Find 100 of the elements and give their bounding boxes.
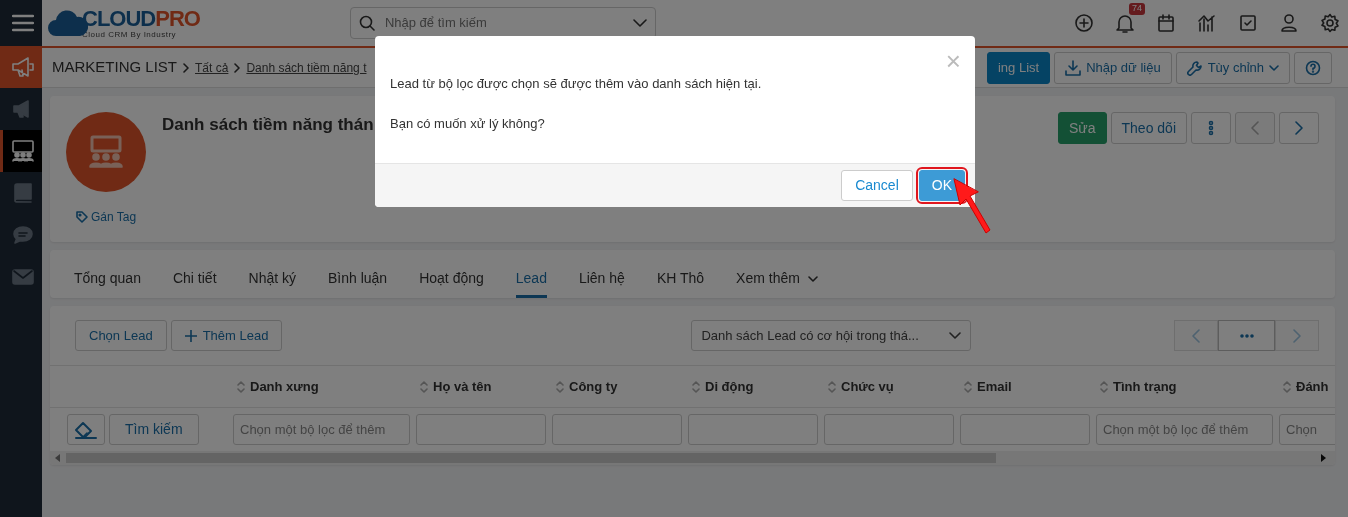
tab[interactable]: Bình luận (328, 268, 388, 298)
chevron-right-icon (183, 62, 190, 73)
follow-button[interactable]: Theo dõi (1110, 112, 1187, 144)
settings-button[interactable] (1320, 13, 1340, 33)
chevron-down-icon (1269, 64, 1279, 71)
list-button[interactable]: ing List (986, 51, 1051, 84)
column-header: Họ và tên (433, 377, 492, 396)
sort-icon (1100, 380, 1108, 393)
download-icon (1065, 59, 1082, 76)
tab[interactable]: Nhật ký (248, 268, 296, 298)
settings-icon (1320, 13, 1340, 33)
help-button[interactable] (1294, 51, 1332, 84)
sort-icon (237, 380, 245, 393)
menu-icon (11, 14, 34, 32)
tab[interactable]: Xem thêm (736, 268, 818, 298)
add-icon (1074, 13, 1094, 33)
chevron-left-icon (1251, 121, 1259, 135)
help-icon (1305, 59, 1321, 76)
cancel-button[interactable]: Cancel (841, 170, 913, 201)
breadcrumb-item[interactable]: Danh sách tiềm năng t (246, 58, 367, 77)
tag-icon (75, 211, 88, 223)
breadcrumb-item[interactable]: Tất cả (195, 58, 229, 77)
scroll-left-icon (55, 454, 61, 462)
column-header: Công ty (569, 377, 618, 396)
sort-icon (556, 380, 564, 393)
scroll-right-icon (1321, 454, 1327, 462)
sort-icon (420, 380, 428, 393)
chat-icon (11, 225, 34, 245)
tab[interactable]: Liên hệ (578, 268, 625, 298)
edit-button[interactable]: Sửa (1058, 112, 1107, 144)
sort-icon (1283, 380, 1291, 393)
filter-input[interactable] (552, 414, 682, 445)
user-icon (1279, 13, 1299, 33)
tab[interactable]: Chi tiết (172, 268, 217, 298)
mail-icon (11, 269, 34, 285)
tab[interactable]: Tổng quan (74, 268, 141, 298)
logo-wordmark: CLOUDPRO (82, 7, 200, 30)
bell-icon (1115, 13, 1135, 33)
sort-icon (828, 380, 836, 393)
record-title: Danh sách tiềm năng thán (162, 114, 374, 136)
chart-button[interactable] (1197, 13, 1217, 33)
search-box[interactable]: Nhập để tìm kiếm (349, 7, 656, 39)
search-field[interactable]: Nhập để tìm kiếm (382, 12, 625, 34)
chevron-right-icon (234, 62, 241, 73)
checkbox-icon (1238, 13, 1258, 33)
tag-link[interactable]: Gán Tag (75, 208, 137, 226)
add-button[interactable] (1074, 13, 1094, 33)
book-icon (12, 183, 33, 203)
wrench-icon (1186, 59, 1203, 76)
chevron-right-icon (1295, 121, 1303, 135)
filter-input[interactable]: Chọn một bộ lọc để thêm (233, 414, 410, 445)
dialog-message: Bạn có muốn xử lý không? (390, 114, 546, 133)
filter-input[interactable] (824, 414, 954, 445)
more-button[interactable] (1191, 112, 1231, 144)
sidebar-item[interactable] (0, 46, 42, 88)
column-header: Tình trạng (1113, 377, 1177, 396)
clear-filters-button[interactable] (67, 414, 105, 445)
next-button[interactable] (1279, 112, 1319, 144)
chevron-left-icon (1192, 328, 1200, 343)
search-button[interactable]: Tìm kiếm (109, 414, 199, 445)
calendar-icon (1156, 13, 1176, 33)
bell-button[interactable] (1115, 13, 1135, 33)
column-header: Danh xưng (250, 377, 319, 396)
customize-button[interactable]: Tùy chỉnh (1175, 51, 1290, 84)
filter-input[interactable] (416, 414, 546, 445)
chevron-down-icon (949, 332, 962, 339)
dialog-message: Lead từ bộ lọc được chọn sẽ được thêm vào danh sách hiện tại. (390, 75, 763, 93)
chart-icon (1197, 13, 1217, 33)
filter-select[interactable]: Danh sách Lead có cơ hội trong thá... (691, 320, 972, 351)
select-lead-button[interactable]: Chọn Lead (75, 320, 167, 351)
column-header: Di động (705, 377, 754, 396)
plus-icon (184, 329, 197, 342)
chevron-down-icon (632, 19, 647, 27)
ellipsis-icon (1239, 333, 1254, 338)
calendar-button[interactable] (1156, 13, 1176, 33)
search-icon (358, 15, 375, 31)
checkbox-button[interactable] (1238, 13, 1258, 33)
sidebar-item[interactable] (0, 130, 42, 172)
tab[interactable]: Lead (515, 268, 547, 298)
user-button[interactable] (1279, 13, 1299, 33)
eraser-icon (74, 420, 98, 439)
filter-input[interactable] (960, 414, 1090, 445)
chevron-right-icon (1293, 328, 1301, 343)
column-header: Chức vụ (841, 377, 894, 396)
audience-icon (9, 140, 36, 162)
import-button[interactable]: Nhập dữ liệu (1054, 51, 1172, 84)
add-lead-button[interactable]: Thêm Lead (170, 320, 283, 351)
sort-icon (692, 380, 700, 393)
filter-input[interactable]: Chọn một bộ lọc để thêm (1096, 414, 1273, 445)
column-header: Email (977, 377, 1012, 396)
filter-input[interactable]: Chọn (1279, 414, 1335, 445)
column-header: Đánh (1296, 377, 1329, 396)
filter-input[interactable] (688, 414, 818, 445)
tab[interactable]: KH Thô (656, 268, 705, 298)
kebab-icon (1208, 120, 1214, 136)
notification-badge: 74 (1129, 3, 1145, 15)
tab[interactable]: Hoạt động (419, 268, 484, 298)
breadcrumb-item: MARKETING LIST (52, 57, 178, 78)
megaphone-icon (10, 56, 35, 78)
more-pages-button[interactable] (1218, 320, 1275, 351)
